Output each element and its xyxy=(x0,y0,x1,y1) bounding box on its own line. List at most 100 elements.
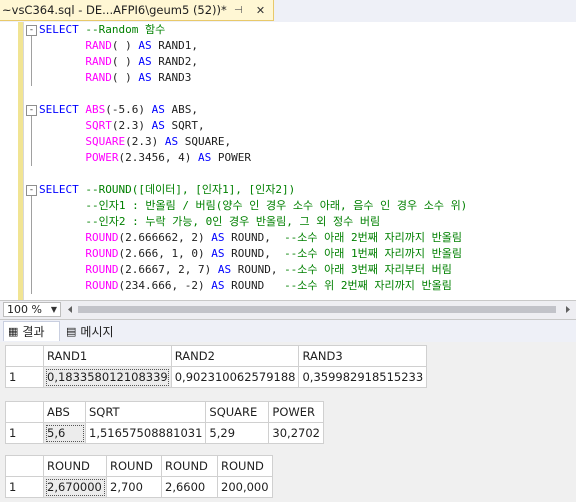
tab-messages-label: 메시지 xyxy=(80,324,114,339)
table-row: 1 5,6 1,51657508881031 5,29 30,2702 xyxy=(5,422,324,444)
grid-header-row: ABS SQRT SQUARE POWER xyxy=(5,401,324,423)
result-grid-rand[interactable]: RAND1 RAND2 RAND3 1 0,183358012108339 0,… xyxy=(5,345,428,388)
code-token: POWER xyxy=(211,151,251,164)
code-token: SQRT xyxy=(39,119,112,132)
code-line[interactable]: RAND( ) AS RAND1, xyxy=(39,38,198,54)
fold-guide xyxy=(31,116,32,166)
code-line[interactable]: RAND( ) AS RAND2, xyxy=(39,54,198,70)
grid-cell[interactable]: 5,6 xyxy=(43,422,86,444)
grid-header-row: ROUND ROUND ROUND ROUND xyxy=(5,455,273,477)
pin-icon[interactable]: ⊣ xyxy=(234,5,246,17)
column-header[interactable]: ROUND xyxy=(106,455,162,477)
code-token: SELECT xyxy=(39,103,79,116)
column-header[interactable]: ROUND xyxy=(43,455,107,477)
code-token: RAND2, xyxy=(151,55,198,68)
code-line[interactable]: SELECT --ROUND([데이터], [인자1], [인자2]) xyxy=(39,182,295,198)
code-line[interactable]: --인자2 : 누락 가능, 0인 경우 반올림, 그 외 정수 버림 xyxy=(39,214,380,230)
code-token: --소수 위 2번째 자리까지 반올림 xyxy=(284,279,452,292)
code-line[interactable]: ROUND(2.666662, 2) AS ROUND, --소수 아래 2번째… xyxy=(39,230,462,246)
code-line[interactable]: --인자1 : 반올림 / 버림(양수 인 경우 소수 아래, 음수 인 경우 … xyxy=(39,198,467,214)
scrollbar-thumb xyxy=(78,306,556,313)
code-token: RAND1, xyxy=(151,39,198,52)
row-number[interactable]: 1 xyxy=(5,366,44,388)
zoom-bar: 100 % ▼ xyxy=(0,300,576,320)
grid-cell[interactable]: 5,29 xyxy=(205,422,270,444)
column-header[interactable]: POWER xyxy=(268,401,324,423)
grid-cell[interactable]: 0,902310062579188 xyxy=(170,366,300,388)
code-token: RAND xyxy=(39,71,112,84)
column-header[interactable]: RAND1 xyxy=(43,345,172,367)
column-header[interactable]: SQRT xyxy=(84,401,207,423)
code-line[interactable]: POWER(2.3456, 4) AS POWER xyxy=(39,150,251,166)
code-token: (2.3456, 4) xyxy=(118,151,198,164)
grid-cell[interactable]: 0,359982918515233 xyxy=(298,366,428,388)
zoom-select[interactable]: 100 % ▼ xyxy=(3,302,61,317)
row-header-corner[interactable] xyxy=(5,455,44,477)
collapse-region-icon[interactable]: - xyxy=(26,105,37,116)
code-line[interactable]: ROUND(2.6667, 2, 7) AS ROUND, --소수 아래 3번… xyxy=(39,262,452,278)
code-token: ABS xyxy=(78,103,106,116)
code-token: AS xyxy=(211,279,225,292)
document-tab-strip: ~vsC364.sql - DE...AFPI6\geum5 (52))* ⊣ … xyxy=(0,0,576,23)
code-line[interactable]: RAND( ) AS RAND3 xyxy=(39,70,191,86)
close-icon[interactable]: ✕ xyxy=(254,4,267,17)
result-grid-math[interactable]: ABS SQRT SQUARE POWER 1 5,6 1,5165750888… xyxy=(5,401,324,444)
column-header[interactable]: ROUND xyxy=(161,455,218,477)
collapse-region-icon[interactable]: - xyxy=(26,25,37,36)
results-pane: RAND1 RAND2 RAND3 1 0,183358012108339 0,… xyxy=(0,342,576,502)
row-number[interactable]: 1 xyxy=(5,476,44,498)
query-tab-title: ~vsC364.sql - DE...AFPI6\geum5 (52))* xyxy=(2,3,227,17)
code-line[interactable]: SQRT(2.3) AS SQRT, xyxy=(39,118,204,134)
grid-cell[interactable]: 2,6600 xyxy=(161,476,218,498)
code-token: AS xyxy=(217,263,232,276)
column-header[interactable]: RAND3 xyxy=(298,345,428,367)
code-token: POWER xyxy=(39,151,119,164)
code-token: AS xyxy=(211,247,225,260)
code-line[interactable]: SELECT ABS(-5.6) AS ABS, xyxy=(39,102,198,118)
query-tab[interactable]: ~vsC364.sql - DE...AFPI6\geum5 (52))* ⊣ … xyxy=(0,0,274,21)
tab-messages[interactable]: ▤ 메시지 xyxy=(62,321,130,341)
column-header[interactable]: ABS xyxy=(43,401,86,423)
row-header-corner[interactable] xyxy=(5,401,44,423)
grid-cell[interactable]: 2,670000 xyxy=(43,476,107,498)
code-token: RAND3 xyxy=(151,71,192,84)
code-token: --소수 아래 2번째 자리까지 반올림 xyxy=(284,231,462,244)
grid-cell[interactable]: 2,700 xyxy=(106,476,162,498)
tab-results-label: 결과 xyxy=(22,325,45,339)
code-token: ROUND, xyxy=(231,263,285,276)
code-token: ABS, xyxy=(164,103,198,116)
result-grid-round[interactable]: ROUND ROUND ROUND ROUND 1 2,670000 2,700… xyxy=(5,455,273,498)
column-header[interactable]: ROUND xyxy=(217,455,273,477)
sql-editor[interactable]: SELECT --Random 함수 - RAND( ) AS RAND1, RA… xyxy=(0,22,576,300)
code-line[interactable]: SQUARE(2.3) AS SQUARE, xyxy=(39,134,231,150)
column-header[interactable]: RAND2 xyxy=(170,345,300,367)
grid-header-row: RAND1 RAND2 RAND3 xyxy=(5,345,428,367)
code-line[interactable]: ROUND(2.666, 1, 0) AS ROUND, --소수 아래 1번째… xyxy=(39,246,462,262)
grid-cell[interactable]: 1,51657508881031 xyxy=(84,422,207,444)
grid-cell[interactable]: 0,183358012108339 xyxy=(43,366,172,388)
horizontal-scrollbar[interactable] xyxy=(64,304,574,315)
fold-guide xyxy=(31,36,32,86)
code-token: AS xyxy=(164,135,179,148)
code-token: SELECT xyxy=(39,183,79,196)
code-token: (-5.6) xyxy=(105,103,152,116)
tab-results[interactable]: ▦ 결과 xyxy=(3,321,60,341)
row-header-corner[interactable] xyxy=(5,345,44,367)
code-token: ROUND xyxy=(39,263,119,276)
gutter-divider xyxy=(23,22,24,300)
code-token: (2.666662, 2) xyxy=(118,231,212,244)
chevron-down-icon: ▼ xyxy=(50,305,57,314)
collapse-region-icon[interactable]: - xyxy=(26,185,37,196)
code-token: (2.666, 1, 0) xyxy=(118,247,212,260)
code-token: ROUND, xyxy=(224,247,285,260)
column-header[interactable]: SQUARE xyxy=(205,401,270,423)
grid-cell[interactable]: 30,2702 xyxy=(268,422,324,444)
code-line[interactable]: SELECT --Random 함수 xyxy=(39,22,165,38)
grid-cell[interactable]: 200,000 xyxy=(217,476,273,498)
code-token: SQUARE xyxy=(39,135,126,148)
code-line[interactable]: ROUND(234.666, -2) AS ROUND --소수 위 2번째 자… xyxy=(39,278,452,294)
table-row: 1 2,670000 2,700 2,6600 200,000 xyxy=(5,476,273,498)
code-token: SELECT xyxy=(39,23,79,36)
row-number[interactable]: 1 xyxy=(5,422,44,444)
code-token: AS xyxy=(151,103,165,116)
